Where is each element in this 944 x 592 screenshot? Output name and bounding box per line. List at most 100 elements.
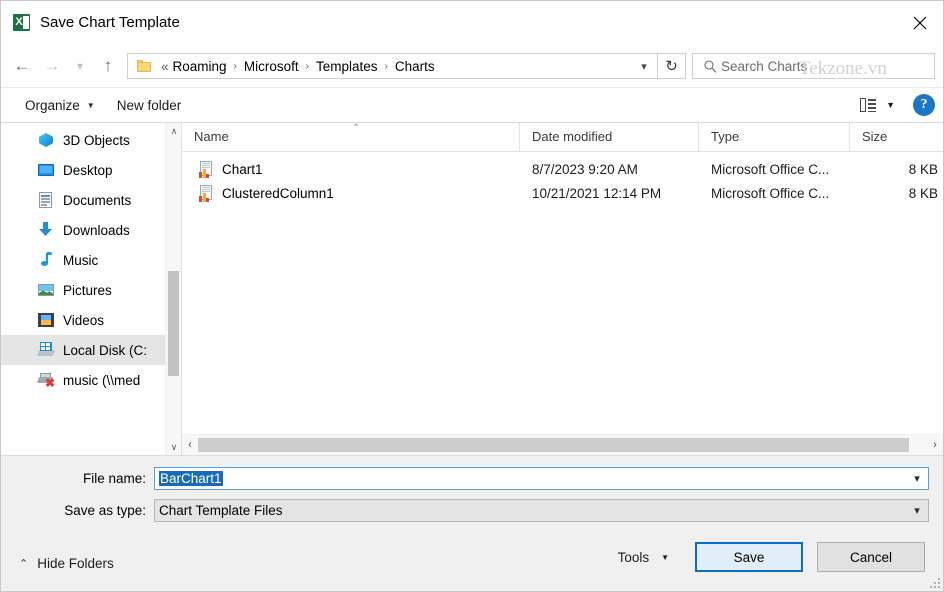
save-as-type-combobox[interactable]: Chart Template Files ▾ [154,499,929,522]
arrow-up-icon: ↑ [104,56,113,76]
file-name-cell: Chart1 [182,161,520,178]
column-header-size[interactable]: Size [850,123,944,151]
file-name-cell: ClusteredColumn1 [182,185,520,202]
chevron-down-icon: ▼ [87,101,95,110]
chevron-right-icon: › [933,439,937,451]
save-as-type-label: Save as type: [1,503,154,518]
breadcrumb-item-microsoft[interactable]: Microsoft [241,57,302,76]
sidebar-item-pictures[interactable]: Pictures [1,275,181,305]
file-size-cell: 8 KB [850,162,943,177]
sidebar-scrollbar[interactable]: ∧ ∨ [165,123,181,455]
scrollbar-track[interactable] [198,435,927,455]
table-row[interactable]: ClusteredColumn1 10/21/2021 12:14 PM Mic… [182,181,943,205]
breadcrumb-item-roaming[interactable]: Roaming [170,57,230,76]
music-icon [37,251,55,269]
downloads-icon [37,221,55,239]
file-name-label: Chart1 [222,162,263,177]
sidebar-item-music[interactable]: Music [1,245,181,275]
column-header-name[interactable]: Name [182,123,520,151]
scroll-right-button[interactable]: › [927,435,943,455]
arrow-right-icon: → [44,56,61,76]
file-date-cell: 8/7/2023 9:20 AM [520,162,699,177]
scrollbar-thumb[interactable] [168,271,179,376]
chevron-down-icon: ▼ [886,100,895,110]
scroll-left-button[interactable]: ‹ [182,435,198,455]
scroll-up-button[interactable]: ∧ [166,123,182,139]
search-input[interactable]: Search Charts [721,59,807,74]
new-folder-label: New folder [117,98,182,113]
organize-button[interactable]: Organize ▼ [17,94,103,117]
footer-buttons: Tools ▼ Save Cancel [618,542,925,572]
file-name-combobox[interactable]: BarChart1 ▾ [154,467,929,490]
scroll-down-button[interactable]: ∨ [166,439,182,455]
save-as-type-value[interactable]: Chart Template Files [155,503,906,518]
search-icon [699,60,721,73]
sidebar-item-documents[interactable]: Documents [1,185,181,215]
help-button[interactable]: ? [913,94,935,116]
save-form: File name: BarChart1 ▾ Save as type: Cha… [1,456,943,531]
breadcrumb-item-charts[interactable]: Charts [392,57,438,76]
sidebar-item-3d-objects[interactable]: 3D Objects [1,125,181,155]
sidebar-item-local-disk[interactable]: Local Disk (C: [1,335,181,365]
arrow-left-icon: ← [14,56,31,76]
network-drive-icon: ✖ [37,371,55,389]
tools-button[interactable]: Tools ▼ [618,550,669,565]
sidebar-item-label: Videos [63,313,104,328]
sidebar-item-network-music[interactable]: ✖ music (\\med [1,365,181,395]
refresh-icon: ↻ [665,57,678,75]
search-box[interactable]: Search Charts Tekzone.vn [692,53,935,79]
save-as-type-row: Save as type: Chart Template Files ▾ [1,499,943,522]
address-bar[interactable]: « Roaming › Microsoft › Templates › Char… [127,53,658,79]
chevron-left-icon: ‹ [188,439,192,451]
chevron-down-icon: ▼ [661,553,669,562]
sidebar-item-label: music (\\med [63,373,140,388]
new-folder-button[interactable]: New folder [109,94,190,117]
file-name-label: File name: [1,471,154,486]
sidebar-item-desktop[interactable]: Desktop [1,155,181,185]
file-name-input[interactable]: BarChart1 [159,471,223,486]
file-rows: Chart1 8/7/2023 9:20 AM Microsoft Office… [182,152,943,434]
navigation-bar: ← → ▾ ↑ « Roaming › Microsoft › Template… [1,45,943,87]
forward-button[interactable]: → [37,51,67,81]
documents-icon [37,191,55,209]
sort-indicator-icon: ⌃ [352,123,360,134]
column-header-type[interactable]: Type [699,123,850,151]
cancel-button[interactable]: Cancel [817,542,925,572]
tools-label: Tools [618,550,650,565]
breadcrumb-overflow[interactable]: « [158,57,170,76]
table-row[interactable]: Chart1 8/7/2023 9:20 AM Microsoft Office… [182,157,943,181]
breadcrumb-item-templates[interactable]: Templates [313,57,381,76]
refresh-button[interactable]: ↻ [658,53,686,79]
address-dropdown-button[interactable]: ▾ [631,54,657,78]
hide-folders-button[interactable]: ⌃ Hide Folders [19,556,114,571]
file-name-row: File name: BarChart1 ▾ [1,467,943,490]
close-button[interactable] [897,1,943,44]
sidebar-item-label: Pictures [63,283,112,298]
change-view-button[interactable]: ▼ [856,95,905,115]
horizontal-scrollbar[interactable]: ‹ › [182,434,943,455]
save-as-type-dropdown-button[interactable]: ▾ [906,500,928,521]
resize-grip[interactable] [928,576,940,588]
scrollbar-thumb[interactable] [198,438,909,452]
watermark: Tekzone.vn [799,58,887,80]
file-name-value[interactable]: BarChart1 [155,471,906,486]
chevron-down-icon: ▾ [77,59,83,73]
dialog-body: 3D Objects Desktop Documents Downloads [1,123,943,456]
file-name-dropdown-button[interactable]: ▾ [906,468,928,489]
sidebar-item-videos[interactable]: Videos [1,305,181,335]
sidebar-item-downloads[interactable]: Downloads [1,215,181,245]
videos-icon [37,311,55,329]
chart-template-file-icon [198,185,214,202]
save-button[interactable]: Save [695,542,803,572]
back-button[interactable]: ← [7,51,37,81]
column-header-date-modified[interactable]: Date modified [520,123,699,151]
navigation-list: 3D Objects Desktop Documents Downloads [1,123,181,395]
chevron-up-icon: ∧ [171,126,178,137]
window-title: Save Chart Template [40,14,180,31]
chevron-down-icon: ∨ [171,442,178,453]
up-button[interactable]: ↑ [93,51,123,81]
desktop-icon [37,161,55,179]
recent-locations-button[interactable]: ▾ [67,51,93,81]
folder-icon [137,60,151,72]
breadcrumb-separator-icon: › [230,61,241,72]
